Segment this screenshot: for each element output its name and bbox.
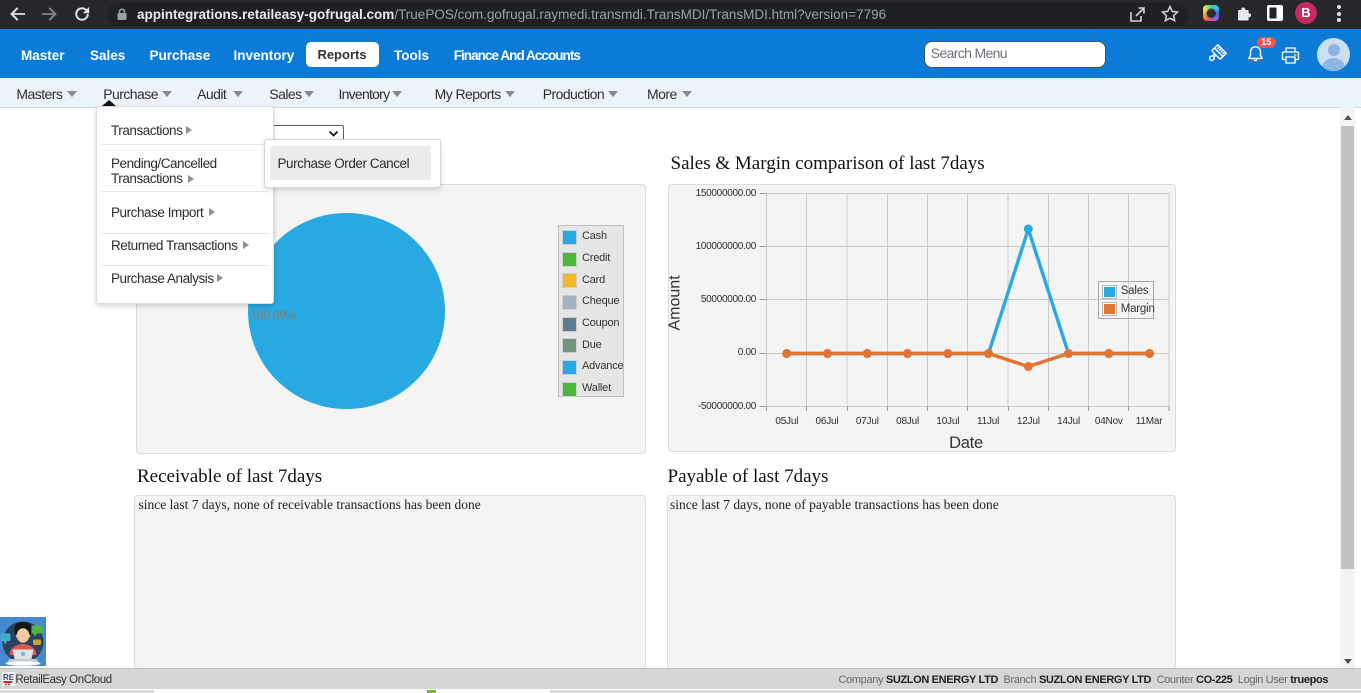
svg-text:RE: RE — [3, 673, 15, 682]
